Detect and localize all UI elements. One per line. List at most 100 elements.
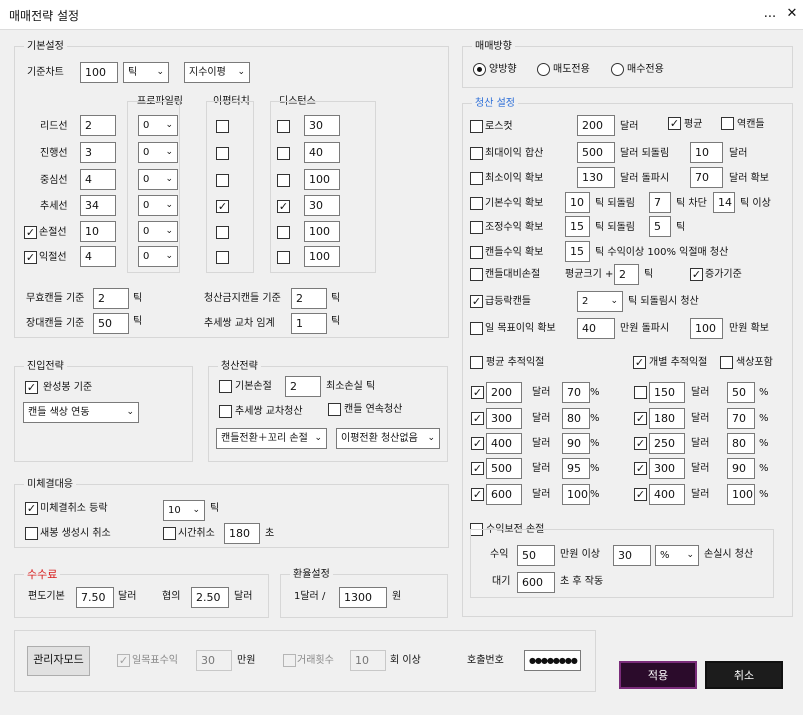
row-profiling-dropdown[interactable]: 0 ⌄ [138,169,178,190]
trail-amount-input[interactable]: 400 [649,484,685,505]
row-distance-checkbox[interactable] [277,174,290,187]
direction-both-radio[interactable] [473,63,486,76]
row-value-input[interactable]: 4 [80,169,116,190]
complete-candle-checkbox[interactable]: ✓ [25,381,38,394]
candle-compare-checkbox[interactable] [470,268,483,281]
time-cancel-checkbox[interactable] [163,527,176,540]
direction-buy-radio[interactable] [611,63,624,76]
row-distance-input[interactable]: 100 [304,169,340,190]
adjust-profit-input[interactable]: 15 [565,216,590,237]
row-ma-touch-checkbox[interactable] [216,174,229,187]
close-icon[interactable]: ✕ [782,4,802,24]
row-distance-input[interactable]: 100 [304,246,340,267]
trail-amount-input[interactable]: 300 [486,408,522,429]
trail-amount-input[interactable]: 180 [649,408,685,429]
trail-checkbox[interactable] [634,386,647,399]
consecutive-checkbox[interactable] [328,403,341,416]
trail-checkbox[interactable]: ✓ [471,488,484,501]
row-value-input[interactable]: 34 [80,195,116,216]
row-ma-touch-checkbox[interactable] [216,120,229,133]
row-profiling-dropdown[interactable]: 0 ⌄ [138,246,178,267]
row-distance-input[interactable]: 100 [304,221,340,242]
row-distance-checkbox[interactable] [277,120,290,133]
row-distance-input[interactable]: 30 [304,195,340,216]
basic-sl-checkbox[interactable] [219,380,232,393]
pending-cancel-checkbox[interactable]: ✓ [25,502,38,515]
row-distance-input[interactable]: 40 [304,142,340,163]
trail-pct-input[interactable]: 80 [727,433,755,454]
max-profit-checkbox[interactable] [470,147,483,160]
daily-goal-secure-input[interactable]: 100 [690,318,723,339]
daily-goal-input[interactable]: 40 [577,318,615,339]
no-candle-input[interactable]: 2 [93,288,129,309]
row-profiling-dropdown[interactable]: 0 ⌄ [138,142,178,163]
row-checkbox[interactable]: ✓ [24,226,37,239]
adjust-profit-rb-input[interactable]: 5 [649,216,671,237]
trail-checkbox[interactable]: ✓ [634,462,647,475]
pending-cancel-dropdown[interactable]: 10 ⌄ [163,500,205,521]
row-ma-touch-checkbox[interactable] [216,147,229,160]
trail-pct-input[interactable]: 95 [562,458,590,479]
row-profiling-dropdown[interactable]: 0 ⌄ [138,115,178,136]
avg-checkbox[interactable]: ✓ [668,117,681,130]
trail-amount-input[interactable]: 500 [486,458,522,479]
candle-profit-checkbox[interactable] [470,246,483,259]
avg-trailing-checkbox[interactable] [470,356,483,369]
reverse-candle-checkbox[interactable] [721,117,734,130]
trail-pct-input[interactable]: 100 [727,484,755,505]
candle-color-dropdown[interactable]: 캔들 색상 연동 ⌄ [23,402,139,423]
trend-cross-input[interactable]: 1 [291,313,327,334]
adjust-profit-checkbox[interactable] [470,221,483,234]
apply-button[interactable]: 적용 [619,661,697,689]
trail-amount-input[interactable]: 200 [486,382,522,403]
row-value-input[interactable]: 10 [80,221,116,242]
trail-pct-input[interactable]: 90 [727,458,755,479]
basic-profit-input[interactable]: 10 [565,192,590,213]
trail-amount-input[interactable]: 600 [486,484,522,505]
direction-sell-radio[interactable] [537,63,550,76]
basic-profit-rb-input[interactable]: 7 [649,192,671,213]
trail-checkbox[interactable]: ✓ [471,462,484,475]
trail-checkbox[interactable]: ✓ [471,386,484,399]
new-candle-cancel-checkbox[interactable] [25,527,38,540]
daily-goal-checkbox[interactable] [470,322,483,335]
trade-count-checkbox[interactable] [283,654,296,667]
basic-sl-input[interactable]: 2 [285,376,321,397]
row-ma-touch-checkbox[interactable] [216,251,229,264]
chart-type-dropdown[interactable]: 지수이평 ⌄ [184,62,250,83]
max-profit-input[interactable]: 500 [577,142,615,163]
chart-unit-dropdown[interactable]: 틱 ⌄ [123,62,169,83]
basic-profit-min-input[interactable]: 14 [713,192,735,213]
trail-amount-input[interactable]: 400 [486,433,522,454]
trail-checkbox[interactable]: ✓ [471,412,484,425]
row-distance-checkbox[interactable]: ✓ [277,200,290,213]
row-distance-checkbox[interactable] [277,147,290,160]
row-value-input[interactable]: 3 [80,142,116,163]
daily-target-input[interactable]: 30 [196,650,232,671]
trail-pct-input[interactable]: 80 [562,408,590,429]
row-distance-checkbox[interactable] [277,251,290,264]
surge-checkbox[interactable]: ✓ [470,295,483,308]
increase-checkbox[interactable]: ✓ [690,268,703,281]
max-profit-rb-input[interactable]: 10 [690,142,723,163]
min-profit-input[interactable]: 130 [577,167,615,188]
row-ma-touch-checkbox[interactable]: ✓ [216,200,229,213]
trail-amount-input[interactable]: 150 [649,382,685,403]
admin-mode-button[interactable]: 관리자모드 [27,646,90,676]
row-ma-touch-checkbox[interactable] [216,226,229,239]
be-profit-input[interactable]: 50 [517,545,555,566]
trail-checkbox[interactable]: ✓ [471,437,484,450]
exchange-input[interactable]: 1300 [339,587,387,608]
password-input[interactable]: ●●●●●●●● [524,650,581,671]
ma-mode-dropdown[interactable]: 이평전환 청산없음 ⌄ [336,428,440,449]
cancel-button[interactable]: 취소 [705,661,783,689]
trail-amount-input[interactable]: 300 [649,458,685,479]
wait-input[interactable]: 600 [517,572,555,593]
row-checkbox[interactable]: ✓ [24,251,37,264]
liq-mode-dropdown[interactable]: 캔들전환＋꼬리 손절 ⌄ [216,428,327,449]
row-value-input[interactable]: 4 [80,246,116,267]
surge-dropdown[interactable]: 2 ⌄ [577,291,623,312]
fee-input-1[interactable]: 7.50 [76,587,114,608]
candle-size-input[interactable]: 2 [614,264,639,285]
min-profit-secure-input[interactable]: 70 [690,167,723,188]
